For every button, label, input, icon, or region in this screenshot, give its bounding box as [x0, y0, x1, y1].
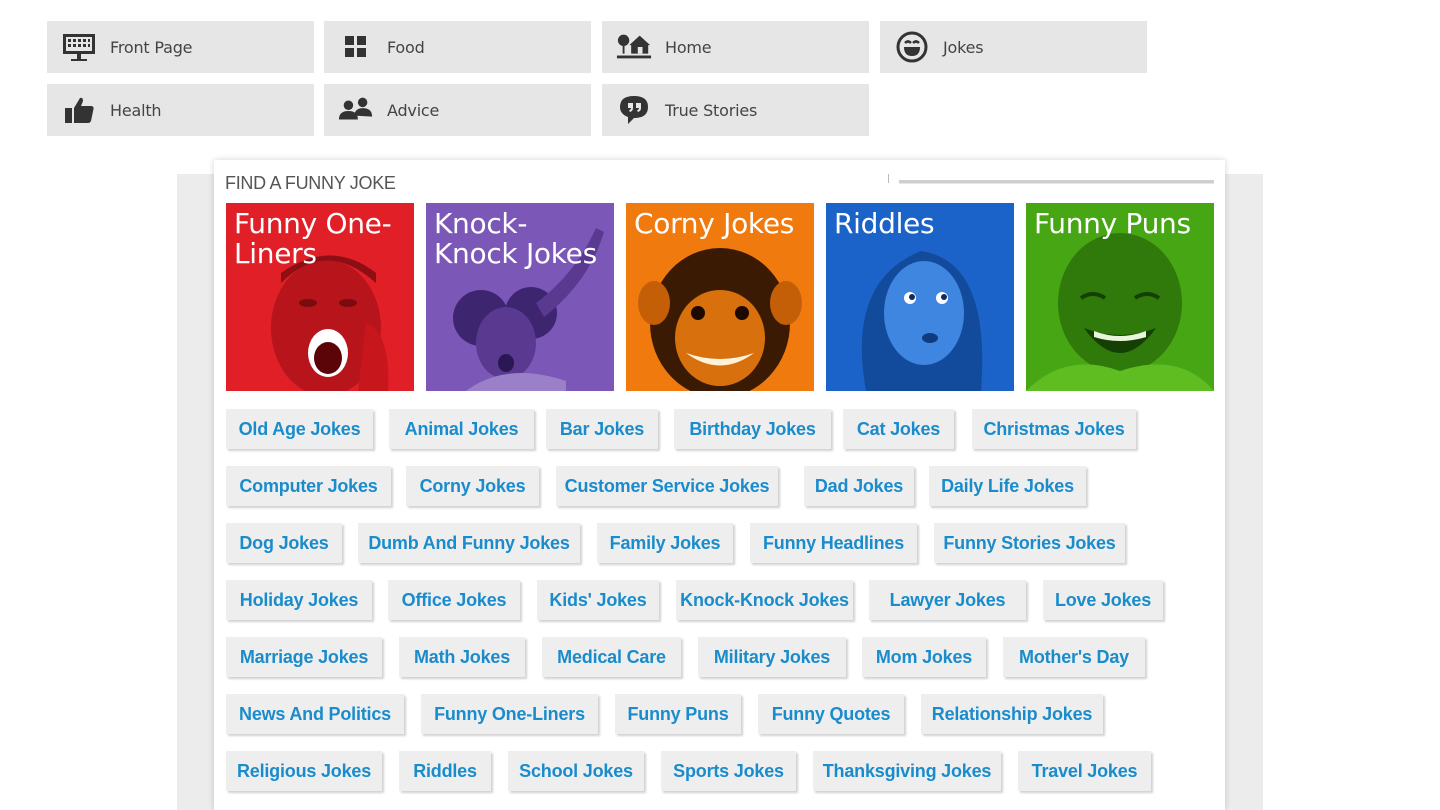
joke-tag-button[interactable]: Funny Headlines: [750, 523, 917, 563]
joke-tag-button[interactable]: Marriage Jokes: [226, 637, 382, 677]
grid-icon: [338, 31, 374, 63]
joke-tag-button[interactable]: Dumb And Funny Jokes: [358, 523, 580, 563]
joke-tag-button[interactable]: Animal Jokes: [389, 409, 534, 449]
nav-item-label: Home: [665, 38, 712, 57]
joke-tag-button[interactable]: Customer Service Jokes: [556, 466, 778, 506]
joke-tag-button[interactable]: Bar Jokes: [546, 409, 658, 449]
category-label: Corny Jokes: [634, 207, 795, 240]
category-label: Riddles: [834, 207, 935, 240]
category-tile-funny-puns[interactable]: Funny Puns: [1026, 203, 1214, 391]
section-title: FIND A FUNNY JOKE: [225, 173, 396, 193]
joke-tag-button[interactable]: Riddles: [399, 751, 491, 791]
category-label: Funny One-Liners: [234, 207, 392, 270]
joke-tag-button[interactable]: Relationship Jokes: [921, 694, 1103, 734]
thumbs-up-icon: [61, 94, 97, 126]
category-tile-riddles[interactable]: Riddles: [826, 203, 1014, 391]
joke-tag-button[interactable]: Dad Jokes: [804, 466, 914, 506]
joke-tag-button[interactable]: Funny Quotes: [758, 694, 904, 734]
people-icon: [338, 94, 374, 126]
joke-tag-button[interactable]: Daily Life Jokes: [929, 466, 1086, 506]
joke-finder-panel: FIND A FUNNY JOKE Funny One-Liners Knock…: [214, 160, 1225, 810]
joke-tag-button[interactable]: Christmas Jokes: [972, 409, 1136, 449]
joke-tag-button[interactable]: Military Jokes: [698, 637, 846, 677]
joke-tag-button[interactable]: Office Jokes: [388, 580, 520, 620]
nav-item-label: Health: [110, 101, 162, 120]
nav-item-label: True Stories: [665, 101, 758, 120]
nav-item-health[interactable]: Health: [47, 84, 314, 136]
category-tile-funny-one-liners[interactable]: Funny One-Liners: [226, 203, 414, 391]
joke-tag-button[interactable]: Funny One-Liners: [421, 694, 598, 734]
joke-tag-button[interactable]: Knock-Knock Jokes: [676, 580, 853, 620]
page-gutter-left: [177, 174, 214, 810]
house-tree-icon: [616, 31, 652, 63]
joke-tag-button[interactable]: Math Jokes: [399, 637, 525, 677]
joke-tag-button[interactable]: School Jokes: [508, 751, 644, 791]
joke-tag-button[interactable]: Dog Jokes: [226, 523, 342, 563]
joke-tag-button[interactable]: Mom Jokes: [862, 637, 986, 677]
joke-tag-button[interactable]: Cat Jokes: [843, 409, 954, 449]
joke-tag-button[interactable]: Kids' Jokes: [537, 580, 659, 620]
smiley-icon: [894, 31, 930, 63]
joke-tag-button[interactable]: Computer Jokes: [226, 466, 391, 506]
joke-tag-button[interactable]: Old Age Jokes: [226, 409, 373, 449]
nav-item-label: Advice: [387, 101, 440, 120]
nav-item-label: Jokes: [943, 38, 984, 57]
divider: [888, 174, 889, 183]
nav-item-home[interactable]: Home: [602, 21, 869, 73]
joke-tag-button[interactable]: Birthday Jokes: [674, 409, 831, 449]
nav-item-front-page[interactable]: Front Page: [47, 21, 314, 73]
joke-tag-button[interactable]: Thanksgiving Jokes: [813, 751, 1001, 791]
joke-tag-button[interactable]: News And Politics: [226, 694, 404, 734]
nav-item-label: Front Page: [110, 38, 193, 57]
joke-tag-button[interactable]: Mother's Day: [1003, 637, 1145, 677]
category-tile-knock-knock-jokes[interactable]: Knock-Knock Jokes: [426, 203, 614, 391]
page-gutter-right: [1225, 174, 1263, 810]
joke-tag-button[interactable]: Holiday Jokes: [226, 580, 372, 620]
joke-tag-button[interactable]: Sports Jokes: [661, 751, 796, 791]
joke-tag-button[interactable]: Medical Care: [542, 637, 681, 677]
joke-tag-button[interactable]: Funny Puns: [615, 694, 741, 734]
nav-item-food[interactable]: Food: [324, 21, 591, 73]
nav-item-advice[interactable]: Advice: [324, 84, 591, 136]
joke-tag-button[interactable]: Religious Jokes: [226, 751, 382, 791]
category-nav: Front Page Food Home Jokes Health Advice…: [47, 21, 1147, 137]
joke-tag-button[interactable]: Family Jokes: [597, 523, 733, 563]
nav-item-true-stories[interactable]: True Stories: [602, 84, 869, 136]
joke-tag-button[interactable]: Travel Jokes: [1018, 751, 1151, 791]
category-label: Funny Puns: [1034, 207, 1191, 240]
title-rule: [899, 180, 1214, 184]
joke-tag-button[interactable]: Funny Stories Jokes: [934, 523, 1125, 563]
monitor-icon: [61, 31, 97, 63]
joke-tag-button[interactable]: Love Jokes: [1043, 580, 1163, 620]
category-label: Knock-Knock Jokes: [434, 207, 597, 270]
nav-item-label: Food: [387, 38, 425, 57]
nav-item-jokes[interactable]: Jokes: [880, 21, 1147, 73]
category-tile-corny-jokes[interactable]: Corny Jokes: [626, 203, 814, 391]
joke-tag-button[interactable]: Lawyer Jokes: [869, 580, 1026, 620]
joke-tag-button[interactable]: Corny Jokes: [406, 466, 539, 506]
speech-bubble-icon: [616, 94, 652, 126]
